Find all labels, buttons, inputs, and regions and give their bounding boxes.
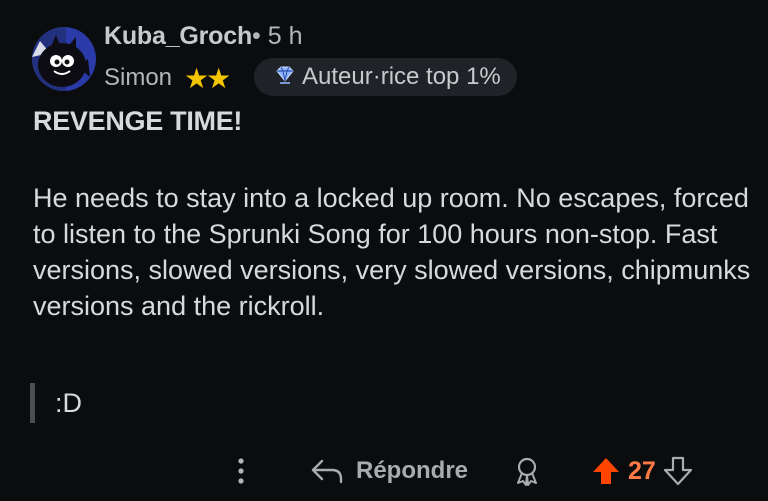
- author-username[interactable]: Kuba_Groch: [104, 22, 252, 51]
- comment: Kuba_Groch • 5 h Simon ★★ Auteur·rice to…: [0, 0, 768, 501]
- comment-body: He needs to stay into a locked up room. …: [33, 183, 751, 321]
- comment-age: 5 h: [267, 22, 303, 50]
- top-author-icon: [274, 64, 296, 91]
- downvote-arrow-icon[interactable]: [662, 455, 694, 487]
- reply-arrow-icon: [311, 459, 343, 484]
- comment-actions: Répondre 27: [0, 446, 768, 496]
- more-options-button[interactable]: [226, 454, 256, 488]
- vote-controls: 27: [590, 452, 694, 490]
- badge-label: Auteur·rice top 1%: [302, 63, 501, 90]
- user-flair-text: Simon: [104, 64, 173, 91]
- comment-meta: • 5 h: [252, 22, 302, 51]
- avatar[interactable]: [32, 27, 96, 91]
- flair-stars: ★★: [184, 63, 231, 94]
- top-author-badge[interactable]: Auteur·rice top 1%: [254, 58, 517, 96]
- comment-title: REVENGE TIME!: [33, 106, 243, 136]
- blockquote: :D: [30, 383, 82, 423]
- reply-label: Répondre: [356, 457, 469, 484]
- vote-count: 27: [628, 456, 656, 485]
- more-vertical-icon: [238, 458, 244, 484]
- upvote-arrow-icon[interactable]: [590, 455, 622, 487]
- avatar-image: [32, 27, 96, 91]
- meta-separator: •: [252, 22, 261, 50]
- award-button[interactable]: [510, 454, 544, 488]
- reply-button[interactable]: Répondre: [310, 452, 468, 490]
- award-icon: [517, 457, 537, 486]
